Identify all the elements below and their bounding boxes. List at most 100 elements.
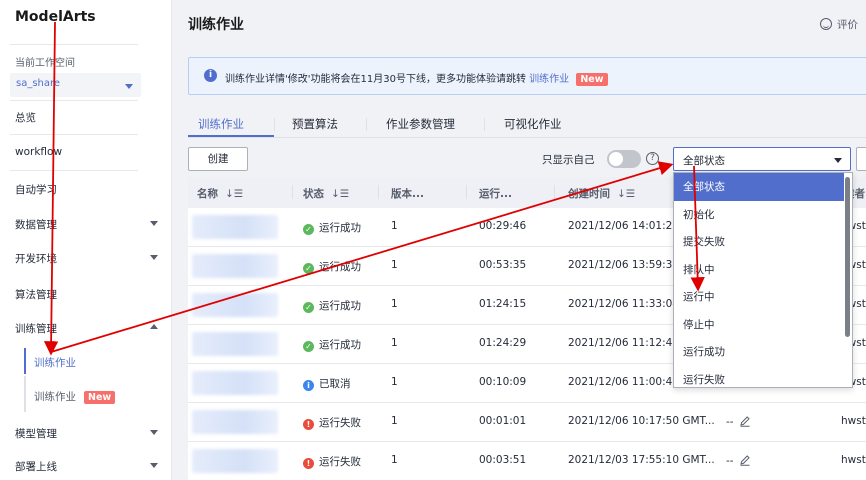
status-text: 运行成功 (319, 339, 361, 351)
sidebar-subitem-training-job-new[interactable]: 训练作业 New (34, 389, 116, 404)
notice-message: 训练作业详情'修改'功能将会在11月30号下线，更多功能体验请跳转 (225, 74, 526, 85)
column-header-duration[interactable]: 运行... (479, 186, 512, 201)
column-header-version[interactable]: 版本... (391, 186, 424, 201)
sidebar-item-dev-env[interactable]: 开发环境 (15, 251, 57, 266)
sort-icon[interactable]: ↓☰ (617, 188, 635, 200)
divider (10, 44, 138, 45)
feedback-link[interactable]: 评价 (820, 17, 858, 32)
column-separator (466, 185, 467, 199)
status-dropdown-menu: 全部状态 初始化 提交失败 排队中 运行中 停止中 运行成功 运行失败 (673, 172, 853, 388)
chevron-down-icon[interactable] (150, 255, 158, 260)
chevron-down-icon (125, 84, 133, 89)
sidebar-item-algorithm[interactable]: 算法管理 (15, 287, 57, 302)
info-icon: i (204, 69, 217, 82)
table-row[interactable]: ! 运行失败 1 00:01:01 2021/12/06 10:17:50 GMT...… (188, 403, 866, 442)
chevron-down-icon[interactable] (150, 463, 158, 468)
chevron-up-icon[interactable] (150, 324, 158, 329)
column-label: 创建时间 (568, 188, 610, 200)
workspace-label: 当前工作空间 (15, 58, 75, 69)
tab-preset-algorithm[interactable]: 预置算法 (292, 116, 338, 132)
job-name-link[interactable] (192, 371, 278, 395)
job-name-link[interactable] (192, 254, 278, 278)
brand-logo: ModelArts (15, 9, 96, 25)
chevron-down-icon[interactable] (150, 221, 158, 226)
description-cell: -- (726, 454, 751, 467)
status-fail-icon: ! (303, 419, 314, 430)
column-header-status[interactable]: 状态 ↓☰ (303, 186, 349, 201)
job-name-link[interactable] (192, 410, 278, 434)
page-title: 训练作业 (188, 17, 244, 33)
create-button[interactable]: 创建 (188, 147, 248, 171)
status-filter-select[interactable]: 全部状态 (673, 147, 851, 171)
divider (10, 170, 138, 171)
sidebar-item-model[interactable]: 模型管理 (15, 426, 57, 441)
sort-icon[interactable]: ↓☰ (331, 188, 349, 200)
sidebar-item-training[interactable]: 训练管理 (15, 321, 57, 336)
status-option[interactable]: 全部状态 (674, 173, 844, 201)
sort-icon[interactable]: ↓☰ (225, 188, 243, 200)
column-header-name[interactable]: 名称 ↓☰ (197, 186, 243, 201)
divider (10, 100, 138, 101)
status-text: 运行成功 (319, 300, 361, 312)
status-option[interactable]: 初始化 (674, 201, 844, 229)
status-text: 运行失败 (319, 456, 361, 468)
duration-cell: 00:53:35 (479, 259, 527, 271)
job-name-link[interactable] (192, 215, 278, 239)
only-mine-toggle[interactable] (607, 150, 641, 168)
active-indicator (24, 348, 26, 374)
tab-separator (366, 118, 367, 131)
sidebar-item-overview[interactable]: 总览 (15, 110, 36, 125)
creator-cell: hwst (841, 415, 866, 427)
duration-cell: 00:10:09 (479, 376, 527, 388)
dropdown-scrollbar[interactable] (845, 177, 850, 337)
description-placeholder: -- (726, 455, 734, 467)
status-option[interactable]: 停止中 (674, 311, 844, 339)
sidebar-item-deploy[interactable]: 部署上线 (15, 459, 57, 474)
status-success-icon: ✓ (303, 224, 314, 235)
new-badge: New (576, 73, 608, 86)
column-header-created[interactable]: 创建时间 ↓☰ (568, 186, 635, 201)
column-separator (378, 185, 379, 199)
job-name-link[interactable] (192, 449, 278, 473)
version-cell: 1 (391, 298, 398, 310)
chevron-down-icon[interactable] (150, 430, 158, 435)
pencil-icon[interactable] (739, 454, 751, 466)
status-success-icon: ✓ (303, 263, 314, 274)
created-cell: 2021/12/03 17:55:10 GMT... (568, 454, 715, 466)
duration-cell: 00:29:46 (479, 220, 527, 232)
description-cell: -- (726, 415, 751, 428)
notice-link[interactable]: 训练作业 (529, 74, 569, 85)
status-cancel-icon: i (303, 380, 314, 391)
job-name-link[interactable] (192, 293, 278, 317)
tab-bar: 训练作业 预置算法 作业参数管理 可视化作业 (188, 112, 866, 138)
status-option[interactable]: 提交失败 (674, 228, 844, 256)
tab-training-job[interactable]: 训练作业 (198, 116, 244, 132)
workspace-select[interactable]: sa_share (10, 73, 141, 97)
search-input[interactable] (856, 147, 866, 171)
column-separator (292, 185, 293, 199)
version-cell: 1 (391, 337, 398, 349)
table-row[interactable]: ! 运行失败 1 00:03:51 2021/12/03 17:55:10 GMT...… (188, 442, 866, 480)
status-text: 运行成功 (319, 222, 361, 234)
tab-visual-job[interactable]: 可视化作业 (504, 116, 562, 132)
tab-param-management[interactable]: 作业参数管理 (386, 116, 455, 132)
status-option[interactable]: 排队中 (674, 256, 844, 284)
version-cell: 1 (391, 259, 398, 271)
sidebar-item-data-management[interactable]: 数据管理 (15, 217, 57, 232)
pencil-icon[interactable] (739, 415, 751, 427)
tab-separator (274, 118, 275, 131)
sidebar-subitem-training-job[interactable]: 训练作业 (34, 355, 76, 370)
help-icon[interactable]: ? (646, 152, 659, 165)
status-option[interactable]: 运行失败 (674, 366, 844, 388)
duration-cell: 00:03:51 (479, 454, 527, 466)
status-option[interactable]: 运行成功 (674, 338, 844, 366)
sidebar-item-automl[interactable]: 自动学习 (15, 182, 57, 197)
sidebar-item-workflow[interactable]: workflow (15, 146, 62, 158)
job-name-link[interactable] (192, 332, 278, 356)
status-option[interactable]: 运行中 (674, 283, 844, 311)
created-cell: 2021/12/06 11:00:41 (568, 376, 680, 388)
notice-text: 训练作业详情'修改'功能将会在11月30号下线，更多功能体验请跳转 训练作业 N… (225, 70, 608, 86)
tab-active-indicator (188, 135, 274, 137)
created-cell: 2021/12/06 10:17:50 GMT... (568, 415, 715, 427)
status-cell: ✓ 运行成功 (303, 298, 361, 313)
